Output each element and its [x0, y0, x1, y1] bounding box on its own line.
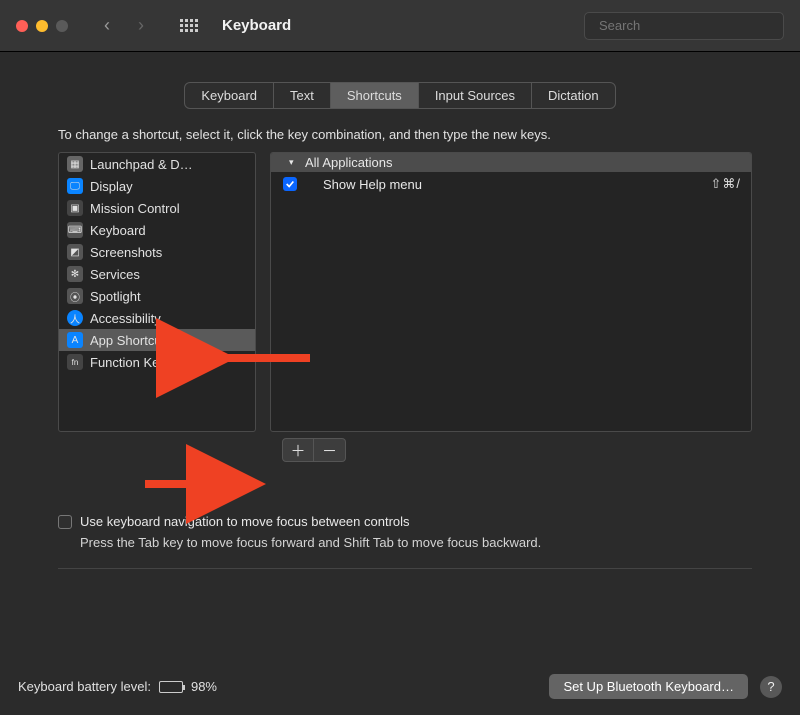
- shortcut-checkbox[interactable]: [283, 177, 297, 191]
- shortcut-row[interactable]: Show Help menu ⇧⌘/: [271, 172, 751, 196]
- titlebar: ‹ › Keyboard: [0, 0, 800, 52]
- shortcut-label: Show Help menu: [323, 177, 698, 192]
- battery-icon: [159, 681, 183, 693]
- tab-input-sources[interactable]: Input Sources: [419, 83, 532, 108]
- panels: ▦ Launchpad & D… 🖵 Display ▣ Mission Contro…: [58, 152, 752, 432]
- check-icon: [285, 179, 295, 189]
- shortcut-list[interactable]: ▾ All Applications Show Help menu ⇧⌘/: [270, 152, 752, 432]
- category-label: App Shortcuts: [90, 333, 172, 348]
- category-label: Mission Control: [90, 201, 180, 216]
- category-mission-control[interactable]: ▣ Mission Control: [59, 197, 255, 219]
- category-label: Launchpad & D…: [90, 157, 193, 172]
- category-display[interactable]: 🖵 Display: [59, 175, 255, 197]
- window-title: Keyboard: [222, 17, 291, 34]
- remove-button[interactable]: －: [314, 438, 346, 462]
- tabbar: Keyboard Text Shortcuts Input Sources Di…: [184, 82, 615, 109]
- tabs-container: Keyboard Text Shortcuts Input Sources Di…: [18, 82, 782, 109]
- category-label: Function Keys: [90, 355, 172, 370]
- divider: [58, 568, 752, 569]
- function-keys-icon: fn: [67, 354, 83, 370]
- forward-button[interactable]: ›: [138, 15, 144, 36]
- category-app-shortcuts[interactable]: A App Shortcuts: [59, 329, 255, 351]
- category-services[interactable]: ✻ Services: [59, 263, 255, 285]
- shortcut-keys: ⇧⌘/: [710, 176, 741, 192]
- category-list[interactable]: ▦ Launchpad & D… 🖵 Display ▣ Mission Contro…: [58, 152, 256, 432]
- app-shortcuts-icon: A: [67, 332, 83, 348]
- keyboard-icon: ⌨: [67, 222, 83, 238]
- category-label: Services: [90, 267, 140, 282]
- category-label: Display: [90, 179, 133, 194]
- keyboard-nav-label: Use keyboard navigation to move focus be…: [80, 514, 410, 529]
- category-launchpad[interactable]: ▦ Launchpad & D…: [59, 153, 255, 175]
- back-button[interactable]: ‹: [104, 15, 110, 36]
- footer: Keyboard battery level: 98% Set Up Bluet…: [18, 674, 782, 699]
- category-label: Accessibility: [90, 311, 161, 326]
- instruction-text: To change a shortcut, select it, click t…: [58, 127, 752, 142]
- category-label: Screenshots: [90, 245, 162, 260]
- display-icon: 🖵: [67, 178, 83, 194]
- category-screenshots[interactable]: ◩ Screenshots: [59, 241, 255, 263]
- mission-control-icon: ▣: [67, 200, 83, 216]
- shortcut-group-label: All Applications: [305, 155, 392, 170]
- bluetooth-setup-button[interactable]: Set Up Bluetooth Keyboard…: [549, 674, 748, 699]
- search-field[interactable]: [584, 12, 784, 40]
- window-body: Keyboard Text Shortcuts Input Sources Di…: [0, 52, 800, 587]
- accessibility-icon: 人: [67, 310, 83, 326]
- category-keyboard[interactable]: ⌨ Keyboard: [59, 219, 255, 241]
- category-label: Spotlight: [90, 289, 141, 304]
- battery-label: Keyboard battery level:: [18, 679, 151, 694]
- services-icon: ✻: [67, 266, 83, 282]
- tab-text[interactable]: Text: [274, 83, 331, 108]
- show-all-icon[interactable]: [180, 19, 198, 32]
- shortcut-group-header[interactable]: ▾ All Applications: [271, 153, 751, 172]
- minimize-window-button[interactable]: [36, 20, 48, 32]
- tab-shortcuts[interactable]: Shortcuts: [331, 83, 419, 108]
- battery-percentage: 98%: [191, 679, 217, 694]
- category-spotlight[interactable]: ⦿ Spotlight: [59, 285, 255, 307]
- nav-arrows: ‹ ›: [104, 15, 144, 36]
- tab-dictation[interactable]: Dictation: [532, 83, 615, 108]
- help-button[interactable]: ?: [760, 676, 782, 698]
- add-button[interactable]: ＋: [282, 438, 314, 462]
- close-window-button[interactable]: [16, 20, 28, 32]
- search-input[interactable]: [599, 18, 775, 33]
- chevron-down-icon: ▾: [289, 157, 294, 168]
- launchpad-icon: ▦: [67, 156, 83, 172]
- window-controls: [16, 20, 68, 32]
- tab-keyboard[interactable]: Keyboard: [185, 83, 274, 108]
- category-accessibility[interactable]: 人 Accessibility: [59, 307, 255, 329]
- add-remove-controls: ＋ －: [282, 438, 752, 462]
- screenshots-icon: ◩: [67, 244, 83, 260]
- spotlight-icon: ⦿: [67, 288, 83, 304]
- keyboard-nav-hint: Press the Tab key to move focus forward …: [80, 535, 752, 550]
- category-label: Keyboard: [90, 223, 146, 238]
- zoom-window-button[interactable]: [56, 20, 68, 32]
- battery-status: Keyboard battery level: 98%: [18, 679, 217, 694]
- category-function-keys[interactable]: fn Function Keys: [59, 351, 255, 373]
- keyboard-nav-checkbox[interactable]: [58, 515, 72, 529]
- keyboard-navigation-section: Use keyboard navigation to move focus be…: [58, 514, 752, 550]
